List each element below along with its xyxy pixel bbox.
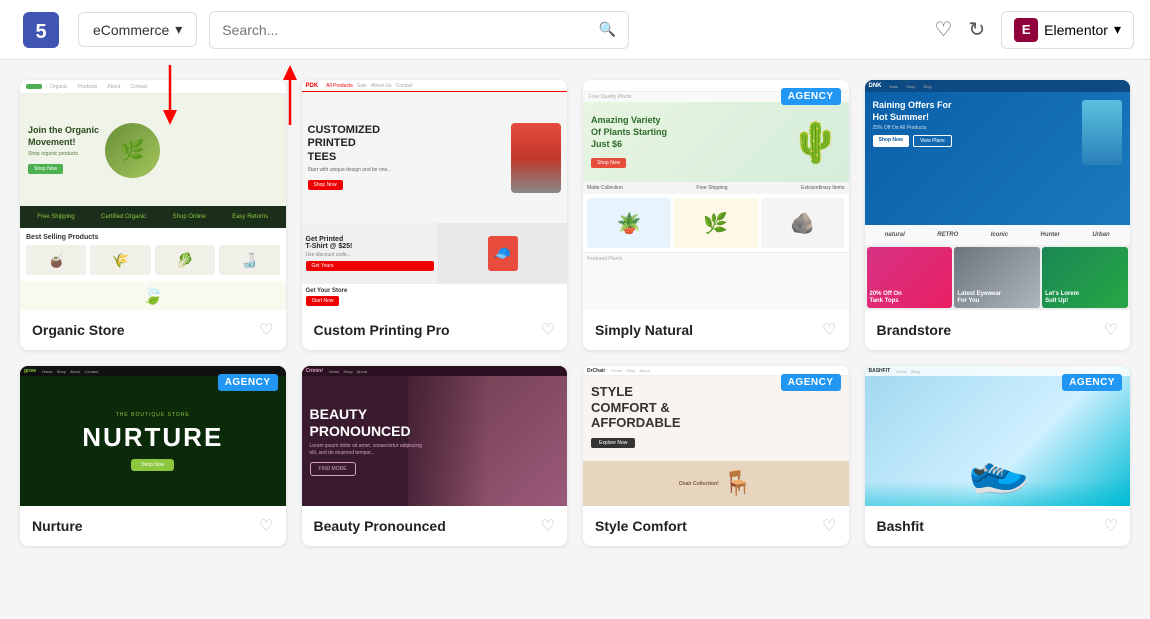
- agency-badge-bashfit: AGENCY: [1062, 374, 1122, 391]
- elementor-button[interactable]: E Elementor ▾: [1001, 11, 1134, 49]
- like-button-organic[interactable]: ♡: [259, 320, 273, 340]
- template-footer-nurture: Nurture ♡: [20, 506, 286, 546]
- template-card-nurture[interactable]: AGENCY grow Home Shop About Contact The …: [20, 366, 286, 546]
- like-button-beauty[interactable]: ♡: [541, 516, 555, 536]
- template-card-beauty[interactable]: Crimini Home Shop About BEAUTYPRONOUNCED…: [302, 366, 568, 546]
- category-label: eCommerce: [93, 22, 169, 38]
- elementor-label: Elementor: [1044, 22, 1108, 38]
- template-preview-natural: Free Quality Plants Amazing VarietyOf Pl…: [583, 80, 849, 310]
- main-content: Organic Products About Contact Join the …: [0, 60, 1150, 619]
- template-card-organic-store[interactable]: Organic Products About Contact Join the …: [20, 80, 286, 350]
- app-logo-icon: 5: [23, 12, 59, 48]
- template-card-bashfit[interactable]: AGENCY BASHFIT Home Shop 👟 Bashfit ♡: [865, 366, 1131, 546]
- templates-grid: Organic Products About Contact Join the …: [20, 80, 1130, 546]
- like-button-brand[interactable]: ♡: [1104, 320, 1118, 340]
- template-footer-organic: Organic Store ♡: [20, 310, 286, 350]
- template-name-style: Style Comfort: [595, 518, 687, 534]
- template-card-brandstore[interactable]: DNK Main Shop Blog Raining Offers ForHot…: [865, 80, 1131, 350]
- logo[interactable]: 5: [16, 5, 66, 55]
- agency-badge-style: AGENCY: [781, 374, 841, 391]
- template-name-nurture: Nurture: [32, 518, 83, 534]
- template-preview-printing: PDK All Products Sale About Us Contact C…: [302, 80, 568, 310]
- template-name-bashfit: Bashfit: [877, 518, 924, 534]
- template-footer-brand: Brandstore ♡: [865, 310, 1131, 350]
- template-name-beauty: Beauty Pronounced: [314, 518, 446, 534]
- svg-text:5: 5: [35, 21, 46, 43]
- like-button-nurture[interactable]: ♡: [259, 516, 273, 536]
- like-button-printing[interactable]: ♡: [541, 320, 555, 340]
- template-preview-organic: Organic Products About Contact Join the …: [20, 80, 286, 310]
- template-footer-beauty: Beauty Pronounced ♡: [302, 506, 568, 546]
- search-bar[interactable]: 🔍: [209, 11, 629, 49]
- template-card-simply-natural[interactable]: AGENCY Free Quality Plants Amazing Varie…: [583, 80, 849, 350]
- chevron-down-icon: ▾: [175, 21, 182, 38]
- template-footer-natural: Simply Natural ♡: [583, 310, 849, 350]
- template-footer-bashfit: Bashfit ♡: [865, 506, 1131, 546]
- template-preview-beauty: Crimini Home Shop About BEAUTYPRONOUNCED…: [302, 366, 568, 506]
- template-name-organic: Organic Store: [32, 322, 125, 338]
- template-preview-brand: DNK Main Shop Blog Raining Offers ForHot…: [865, 80, 1131, 310]
- header-right: ♡ ↻ E Elementor ▾: [934, 11, 1134, 49]
- template-name-natural: Simply Natural: [595, 322, 693, 338]
- search-icon: 🔍: [599, 21, 616, 38]
- template-card-custom-printing[interactable]: PDK All Products Sale About Us Contact C…: [302, 80, 568, 350]
- like-button-bashfit[interactable]: ♡: [1104, 516, 1118, 536]
- elementor-chevron-icon: ▾: [1114, 21, 1121, 38]
- template-footer-printing: Custom Printing Pro ♡: [302, 310, 568, 350]
- template-name-brand: Brandstore: [877, 322, 952, 338]
- template-footer-style: Style Comfort ♡: [583, 506, 849, 546]
- elementor-icon: E: [1014, 18, 1038, 42]
- category-dropdown[interactable]: eCommerce ▾: [78, 12, 197, 47]
- header: 5 eCommerce ▾ 🔍 ♡ ↻ E Elementor ▾: [0, 0, 1150, 60]
- agency-badge-nurture: AGENCY: [218, 374, 278, 391]
- refresh-button[interactable]: ↻: [968, 17, 985, 42]
- agency-badge-simply-natural: AGENCY: [781, 88, 841, 105]
- search-input[interactable]: [222, 22, 599, 38]
- like-button-style[interactable]: ♡: [822, 516, 836, 536]
- like-button-natural[interactable]: ♡: [822, 320, 836, 340]
- template-card-style[interactable]: AGENCY DrChair Home Shop About STYLECOMF…: [583, 366, 849, 546]
- template-name-printing: Custom Printing Pro: [314, 322, 450, 338]
- favorites-button[interactable]: ♡: [934, 17, 952, 42]
